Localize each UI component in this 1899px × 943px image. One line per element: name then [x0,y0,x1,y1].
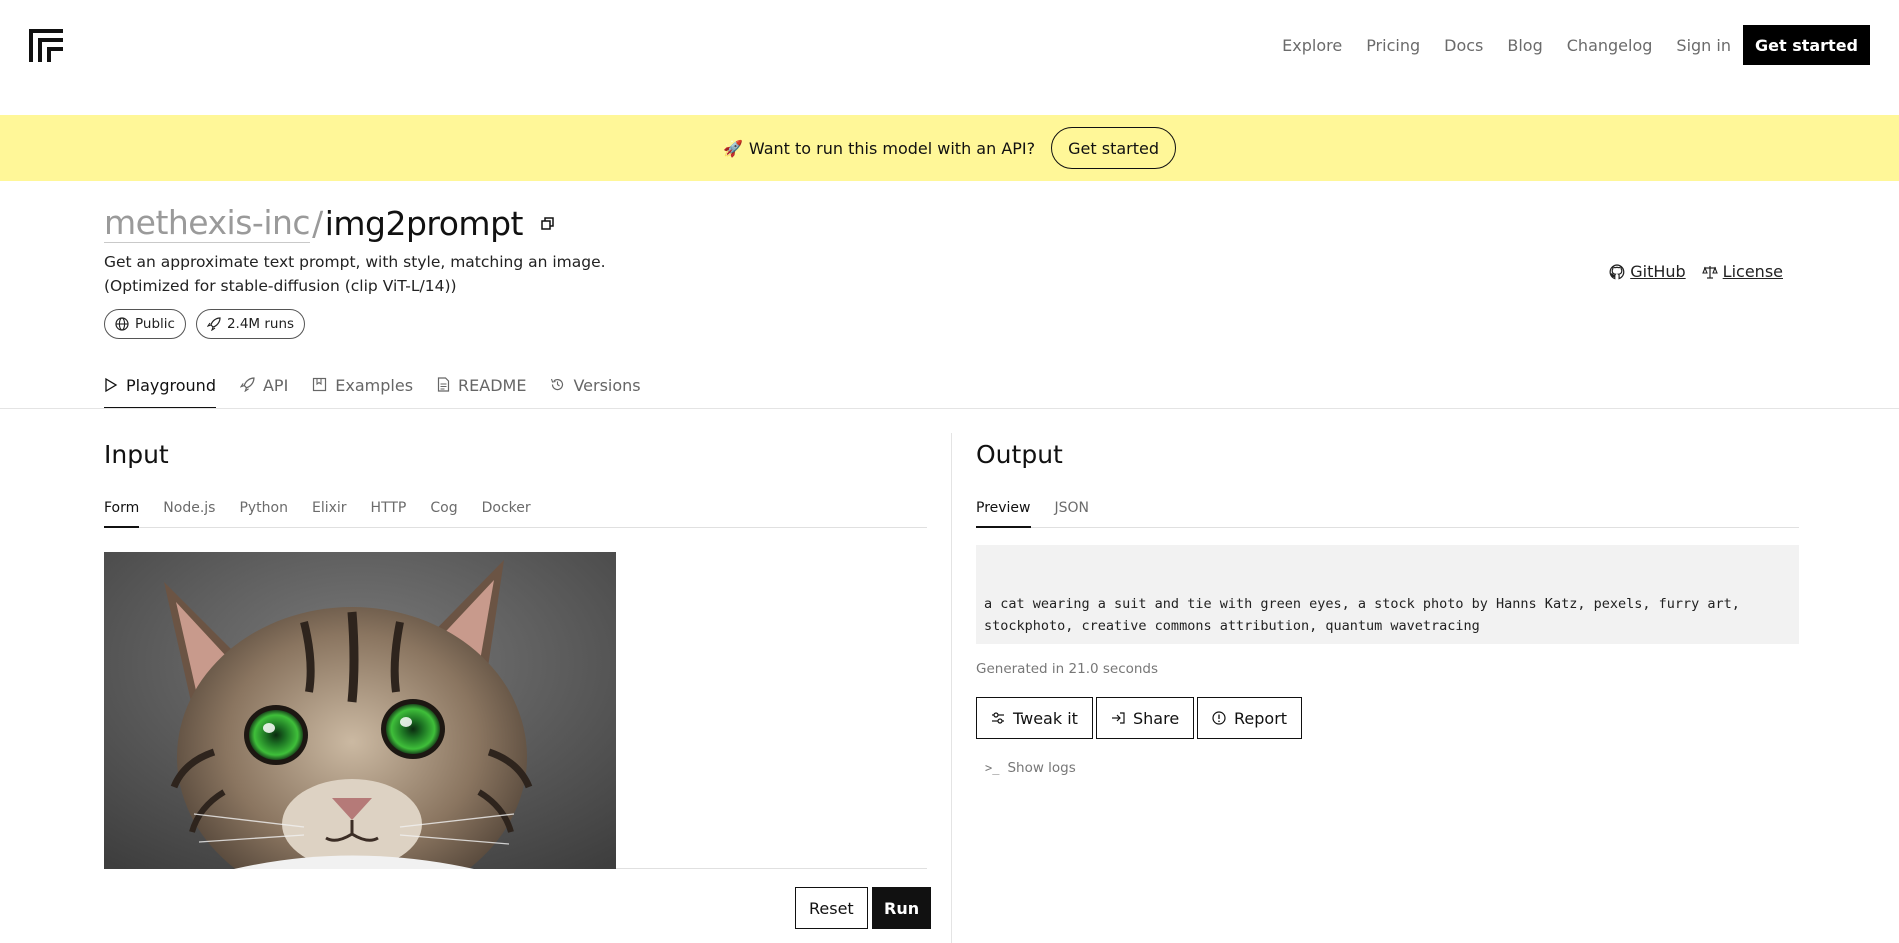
api-banner: 🚀 Want to run this model with an API? Ge… [0,115,1899,181]
banner-text: Want to run this model with an API? [748,138,1036,158]
show-logs-toggle[interactable]: >_ Show logs [985,760,1076,776]
nav-changelog[interactable]: Changelog [1567,36,1653,55]
output-tab-preview[interactable]: Preview [976,496,1031,528]
top-navigation: Explore Pricing Docs Blog Changelog Sign… [0,0,1899,115]
share-icon [1112,712,1125,724]
reset-button[interactable]: Reset [795,887,868,929]
copy-icon[interactable] [541,217,554,230]
model-title: methexis-inc / img2prompt [104,204,554,243]
model-tabs: Playground API Examples README Versions [104,371,665,409]
terminal-icon: >_ [985,761,1000,775]
output-text: a cat wearing a suit and tie with green … [976,545,1799,644]
model-badges: Public 2.4M runs [104,309,315,339]
input-tab-http[interactable]: HTTP [371,496,407,528]
bookmark-icon [313,377,327,392]
input-tab-docker[interactable]: Docker [482,496,531,528]
nav-pricing[interactable]: Pricing [1366,36,1420,55]
nav-explore[interactable]: Explore [1282,36,1342,55]
tab-examples[interactable]: Examples [312,371,413,409]
show-logs-label: Show logs [1007,760,1076,776]
tweak-it-button[interactable]: Tweak it [976,697,1093,739]
input-tab-form[interactable]: Form [104,496,140,528]
scale-icon [1701,265,1718,279]
tab-examples-label: Examples [335,376,414,395]
nav-sign-in[interactable]: Sign in [1676,36,1731,55]
globe-icon [115,317,129,331]
tab-readme-label: README [458,376,527,395]
runs-badge: 2.4M runs [195,309,306,339]
output-title: Output [976,440,1063,469]
tab-api-label: API [262,376,289,395]
visibility-label: Public [135,316,175,332]
play-icon [105,377,118,393]
tab-readme[interactable]: README [437,371,526,409]
run-button[interactable]: Run [872,887,932,929]
generation-time: Generated in 21.0 seconds [976,661,1159,677]
tab-versions[interactable]: Versions [550,371,641,409]
input-tab-cog[interactable]: Cog [430,496,457,528]
model-description: Get an approximate text prompt, with sty… [104,253,606,295]
report-label: Report [1234,708,1288,728]
banner-get-started-button[interactable]: Get started [1051,127,1177,169]
document-icon [437,377,450,392]
tweak-it-label: Tweak it [1013,708,1078,728]
github-label: GitHub [1630,262,1686,281]
rocket-icon [239,377,255,392]
column-divider [951,433,952,943]
input-tab-nodejs[interactable]: Node.js [163,496,215,528]
model-links: GitHub License [1593,262,1783,281]
nav-docs[interactable]: Docs [1444,36,1483,55]
model-name: img2prompt [324,204,524,243]
license-link[interactable]: License [1701,262,1783,281]
input-image[interactable] [104,552,616,869]
tab-api[interactable]: API [239,371,289,409]
license-label: License [1722,262,1783,281]
nav-links: Explore Pricing Docs Blog Changelog Sign… [1258,25,1870,65]
tab-versions-label: Versions [573,376,641,395]
output-tab-json[interactable]: JSON [1055,496,1090,528]
input-tab-python[interactable]: Python [239,496,288,528]
tab-playground-label: Playground [126,376,216,395]
output-tabs: Preview JSON [976,496,1799,528]
get-started-button[interactable]: Get started [1742,25,1870,65]
alert-circle-icon [1212,711,1226,725]
input-divider [616,868,927,869]
github-icon [1609,263,1625,279]
input-title: Input [104,440,169,469]
input-tab-elixir[interactable]: Elixir [312,496,347,528]
tabs-divider [0,408,1899,409]
runs-label: 2.4M runs [226,316,295,332]
share-button[interactable]: Share [1096,697,1195,739]
sliders-icon [992,712,1004,724]
share-label: Share [1133,708,1180,728]
rocket-icon: 🚀 [722,138,743,158]
github-link[interactable]: GitHub [1609,262,1686,281]
logo-icon[interactable] [29,29,63,62]
title-separator: / [312,204,323,243]
nav-blog[interactable]: Blog [1507,36,1542,55]
model-owner-link[interactable]: methexis-inc [104,204,311,243]
input-tabs: Form Node.js Python Elixir HTTP Cog Dock… [104,496,927,528]
tab-playground[interactable]: Playground [104,371,216,409]
cat-image [104,552,616,869]
report-button[interactable]: Report [1197,697,1303,739]
history-icon [551,378,564,391]
visibility-badge: Public [104,309,186,339]
rocket-icon [206,317,221,331]
